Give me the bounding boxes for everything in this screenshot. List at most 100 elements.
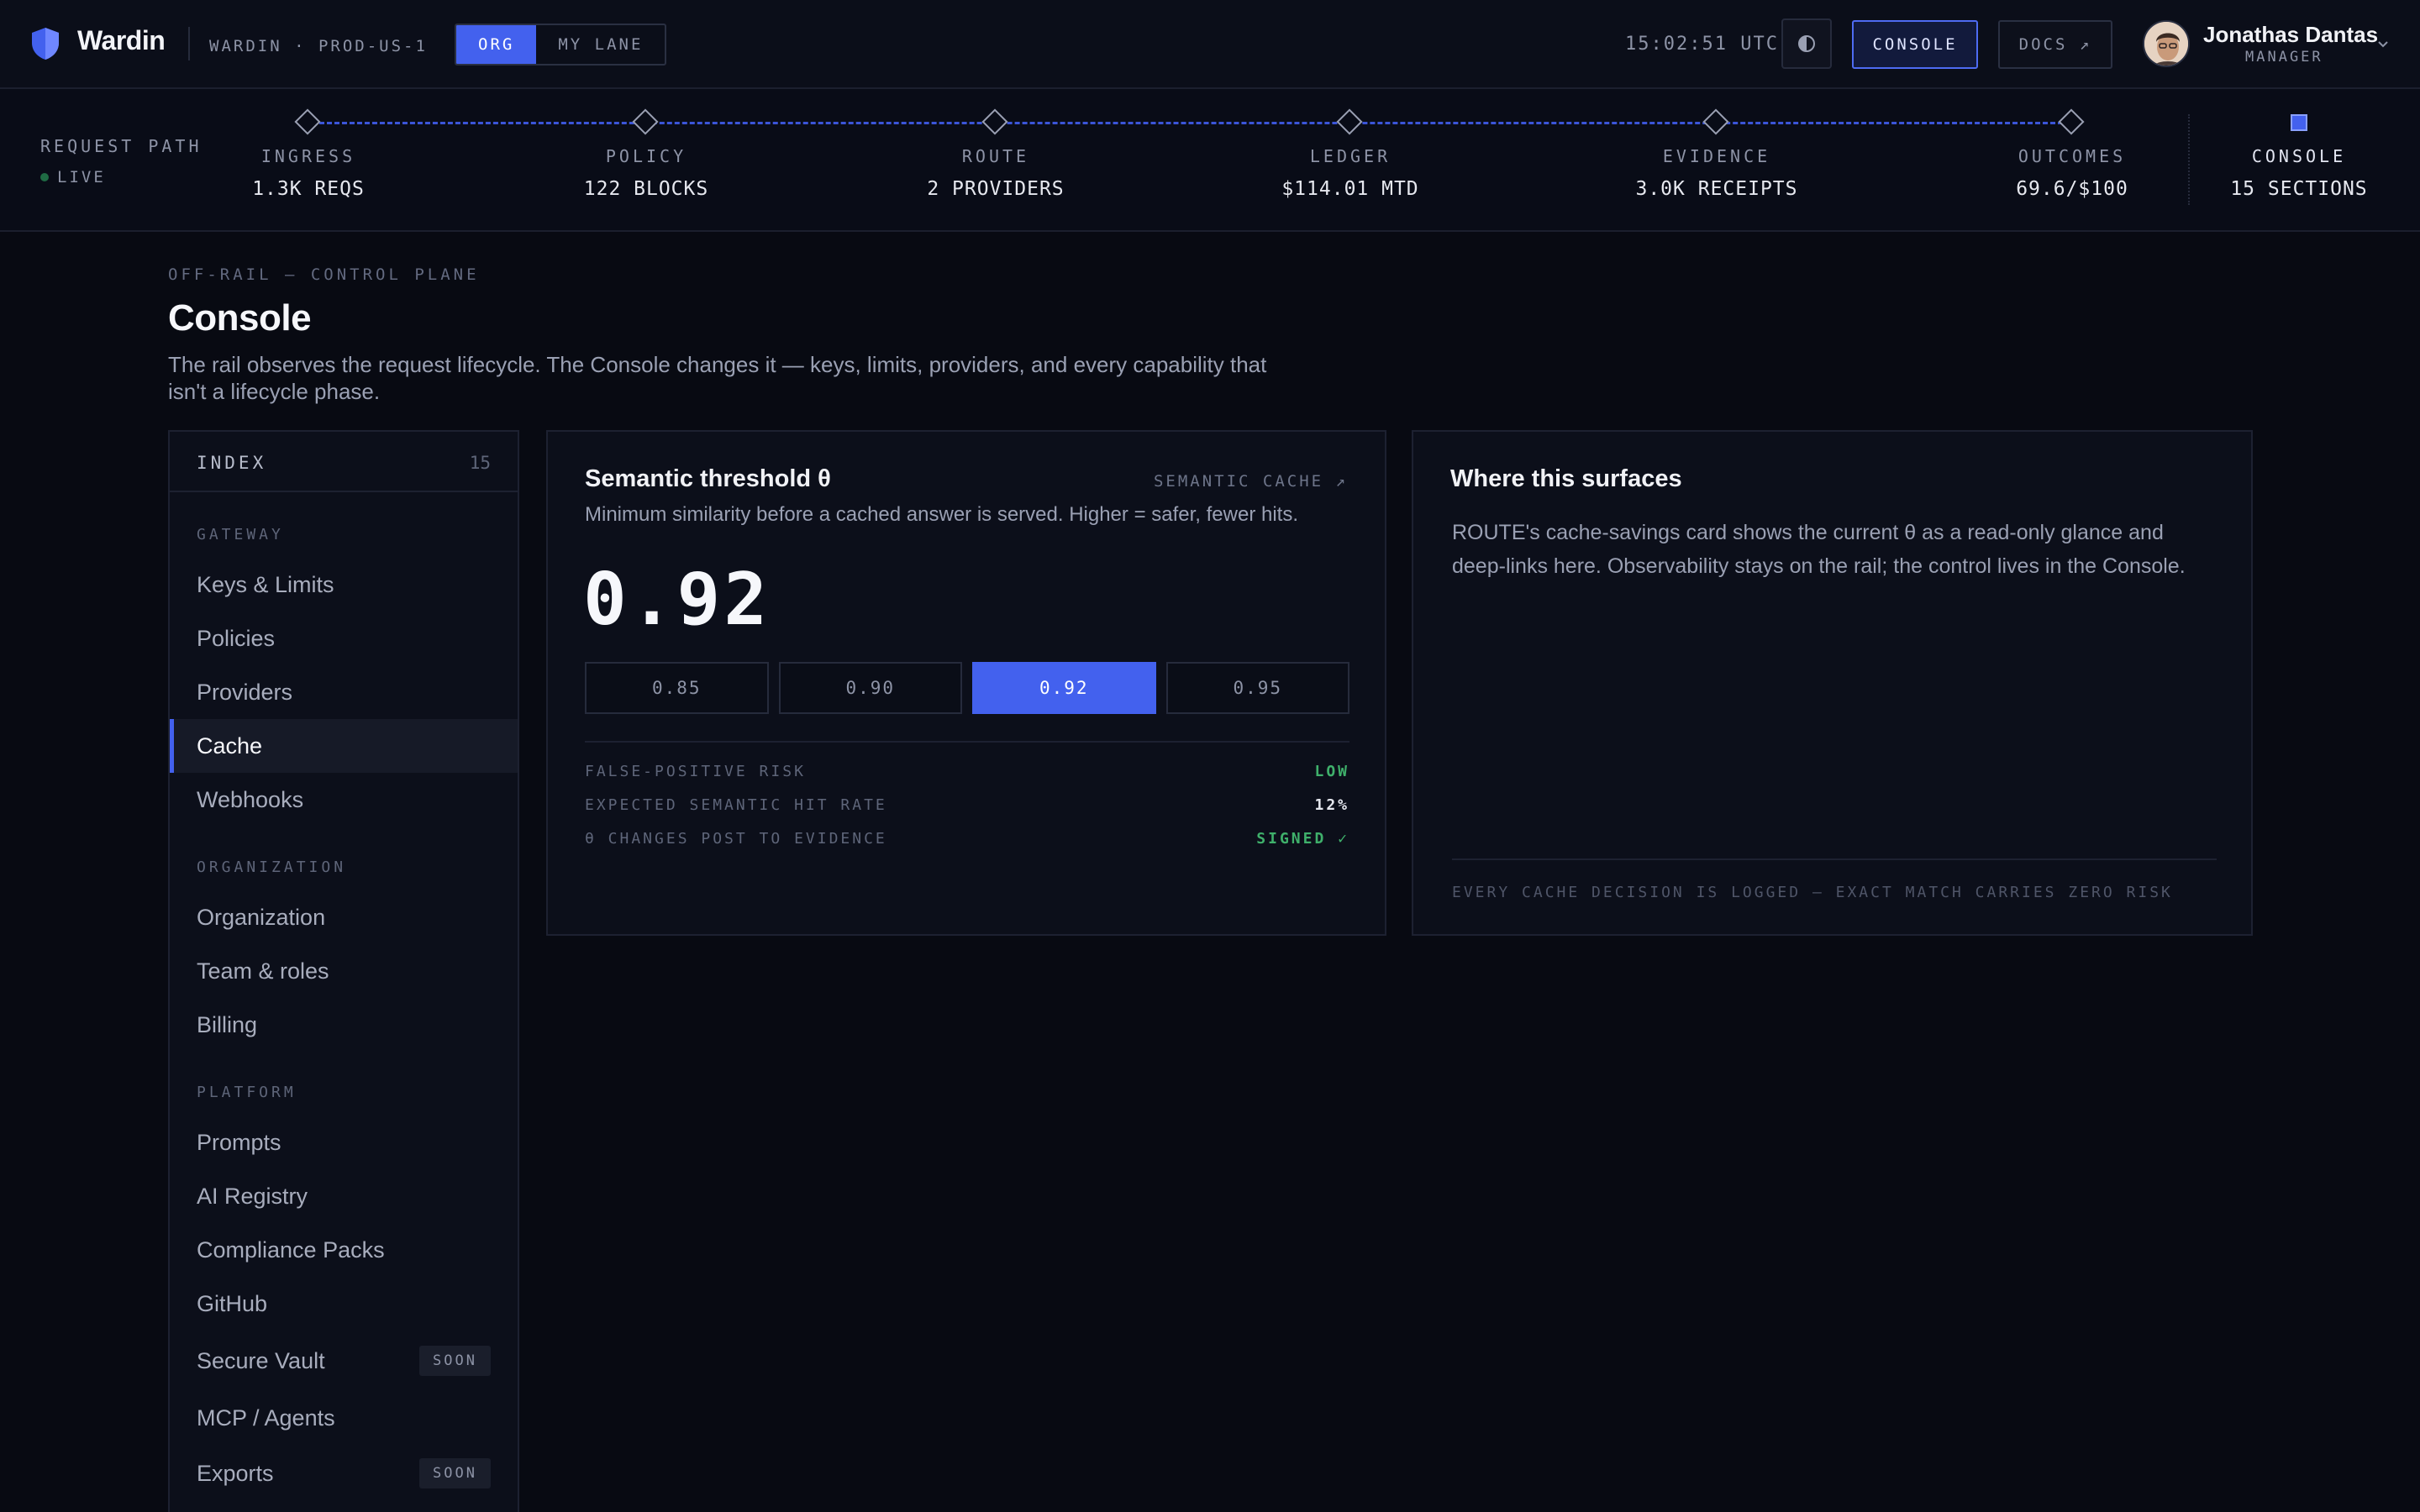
live-dot-icon xyxy=(40,173,49,181)
diamond-icon xyxy=(632,108,659,135)
surfaces-footnote: EVERY CACHE DECISION IS LOGGED — EXACT M… xyxy=(1452,884,2173,901)
step-value: 122 BLOCKS xyxy=(583,178,709,200)
step-name: LEDGER xyxy=(1309,146,1392,166)
utc-clock: 15:02:51 UTC xyxy=(1625,34,1779,55)
diamond-icon xyxy=(294,108,321,135)
step-value: 15 SECTIONS xyxy=(2230,178,2368,200)
docs-link-button[interactable]: DOCS ↗ xyxy=(1998,20,2112,69)
surfaces-title: Where this surfaces xyxy=(1450,465,1682,492)
page-title: Console xyxy=(168,297,312,339)
sidebar-item-policies[interactable]: Policies xyxy=(170,612,518,665)
card-divider xyxy=(1452,858,2217,860)
sidebar-item-label: Exports xyxy=(197,1460,274,1486)
nav-group-organization: ORGANIZATION xyxy=(197,858,347,876)
scope-tab-my-lane[interactable]: MY LANE xyxy=(536,25,665,64)
stat-value: LOW xyxy=(1314,763,1349,780)
threshold-option-0-85[interactable]: 0.85 xyxy=(585,662,769,714)
live-status-label: LIVE xyxy=(57,168,106,186)
path-step-route[interactable]: ROUTE 2 PROVIDERS xyxy=(870,89,1122,232)
step-name: OUTCOMES xyxy=(2018,146,2127,166)
step-name: EVIDENCE xyxy=(1662,146,1771,166)
diamond-icon xyxy=(1702,108,1729,135)
active-step-square-icon xyxy=(2291,114,2307,131)
path-step-outcomes[interactable]: OUTCOMES 69.6/$100 xyxy=(1946,89,2198,232)
soon-badge: SOON xyxy=(419,1346,491,1376)
page-eyebrow: OFF-RAIL — CONTROL PLANE xyxy=(168,265,480,284)
sidebar-item-cache[interactable]: Cache xyxy=(170,719,518,773)
environment-label: WARDIN · PROD-US-1 xyxy=(209,37,428,55)
threshold-options: 0.85 0.90 0.92 0.95 xyxy=(585,662,1349,714)
threshold-value: 0.92 xyxy=(583,558,771,642)
nav-group-platform: PLATFORM xyxy=(197,1084,297,1101)
threshold-option-0-92[interactable]: 0.92 xyxy=(972,662,1156,714)
step-name: CONSOLE xyxy=(2251,146,2347,166)
path-step-policy[interactable]: POLICY 122 BLOCKS xyxy=(520,89,772,232)
sidebar-item-github[interactable]: GitHub xyxy=(170,1277,518,1331)
stat-expected-hit-rate: EXPECTED SEMANTIC HIT RATE 12% xyxy=(585,796,1349,822)
threshold-option-0-95[interactable]: 0.95 xyxy=(1165,662,1349,714)
soon-badge: SOON xyxy=(419,1458,491,1488)
page-description: The rail observes the request lifecycle.… xyxy=(168,352,1267,404)
avatar-portrait-icon xyxy=(2144,22,2188,66)
step-value: $114.01 MTD xyxy=(1281,178,1419,200)
user-avatar[interactable] xyxy=(2143,20,2190,67)
path-step-ingress[interactable]: INGRESS 1.3K REQS xyxy=(182,89,434,232)
stat-label: θ CHANGES POST TO EVIDENCE xyxy=(585,830,887,848)
sidebar-item-compliance-packs[interactable]: Compliance Packs xyxy=(170,1223,518,1277)
index-count: 15 xyxy=(469,453,491,473)
sidebar-item-organization[interactable]: Organization xyxy=(170,890,518,944)
scope-tab-org[interactable]: ORG xyxy=(456,25,537,64)
console-index-sidebar: INDEX 15 GATEWAY Keys & Limits Policies … xyxy=(168,430,519,1512)
stat-label: EXPECTED SEMANTIC HIT RATE xyxy=(585,796,887,814)
path-step-evidence[interactable]: EVIDENCE 3.0K RECEIPTS xyxy=(1591,89,1843,232)
sidebar-item-keys-limits[interactable]: Keys & Limits xyxy=(170,558,518,612)
step-value: 2 PROVIDERS xyxy=(927,178,1065,200)
sidebar-item-billing[interactable]: Billing xyxy=(170,998,518,1052)
stat-label: FALSE-POSITIVE RISK xyxy=(585,763,806,780)
shield-logo-icon xyxy=(32,28,59,60)
threshold-option-0-90[interactable]: 0.90 xyxy=(778,662,962,714)
sidebar-item-webhooks[interactable]: Webhooks xyxy=(170,773,518,827)
threshold-title: Semantic threshold θ xyxy=(585,465,831,492)
step-value: 1.3K REQS xyxy=(252,178,365,200)
chevron-down-icon[interactable] xyxy=(2373,34,2393,54)
request-path-bar: REQUEST PATH LIVE INGRESS 1.3K REQS POLI… xyxy=(0,89,2420,232)
index-header: INDEX 15 xyxy=(170,432,518,492)
path-step-ledger[interactable]: LEDGER $114.01 MTD xyxy=(1224,89,1476,232)
top-bar: Wardin WARDIN · PROD-US-1 ORG MY LANE 15… xyxy=(0,0,2420,89)
sidebar-item-ai-registry[interactable]: AI Registry xyxy=(170,1169,518,1223)
diamond-icon xyxy=(2058,108,2085,135)
semantic-cache-link[interactable]: SEMANTIC CACHE ↗ xyxy=(1154,472,1348,491)
nav-group-gateway: GATEWAY xyxy=(197,526,284,543)
sidebar-item-team-roles[interactable]: Team & roles xyxy=(170,944,518,998)
stat-evidence-signing: θ CHANGES POST TO EVIDENCE SIGNED ✓ xyxy=(585,830,1349,855)
brand-name: Wardin xyxy=(77,25,166,55)
sidebar-item-mcp-agents[interactable]: MCP / Agents xyxy=(170,1391,518,1445)
surfaces-description: ROUTE's cache-savings card shows the cur… xyxy=(1452,521,2186,578)
step-name: ROUTE xyxy=(961,146,1030,166)
console-button[interactable]: CONSOLE xyxy=(1852,20,1978,69)
step-name: INGRESS xyxy=(260,146,356,166)
theme-toggle-button[interactable] xyxy=(1781,18,1832,69)
diamond-icon xyxy=(1336,108,1363,135)
threshold-description: Minimum similarity before a cached answe… xyxy=(585,503,1298,526)
sidebar-item-prompts[interactable]: Prompts xyxy=(170,1116,518,1169)
brand-divider xyxy=(188,27,190,60)
contrast-icon xyxy=(1798,35,1815,52)
sidebar-item-exports[interactable]: Exports SOON xyxy=(170,1446,518,1500)
index-title: INDEX xyxy=(197,453,267,473)
live-status: LIVE xyxy=(40,168,106,186)
stat-false-positive-risk: FALSE-POSITIVE RISK LOW xyxy=(585,763,1349,788)
sidebar-item-secure-vault[interactable]: Secure Vault SOON xyxy=(170,1334,518,1388)
stat-value: 12% xyxy=(1314,796,1349,814)
sidebar-item-label: Secure Vault xyxy=(197,1347,325,1373)
step-value: 69.6/$100 xyxy=(2016,178,2128,200)
user-name: Jonathas Dantas xyxy=(2203,22,2379,47)
diamond-icon xyxy=(981,108,1008,135)
semantic-threshold-card: Semantic threshold θ SEMANTIC CACHE ↗ Mi… xyxy=(546,430,1386,936)
sidebar-item-providers[interactable]: Providers xyxy=(170,665,518,719)
path-step-console[interactable]: CONSOLE 15 SECTIONS xyxy=(2173,89,2420,232)
scope-toggle: ORG MY LANE xyxy=(455,24,667,66)
user-role: MANAGER xyxy=(2245,49,2323,66)
step-value: 3.0K RECEIPTS xyxy=(1635,178,1798,200)
